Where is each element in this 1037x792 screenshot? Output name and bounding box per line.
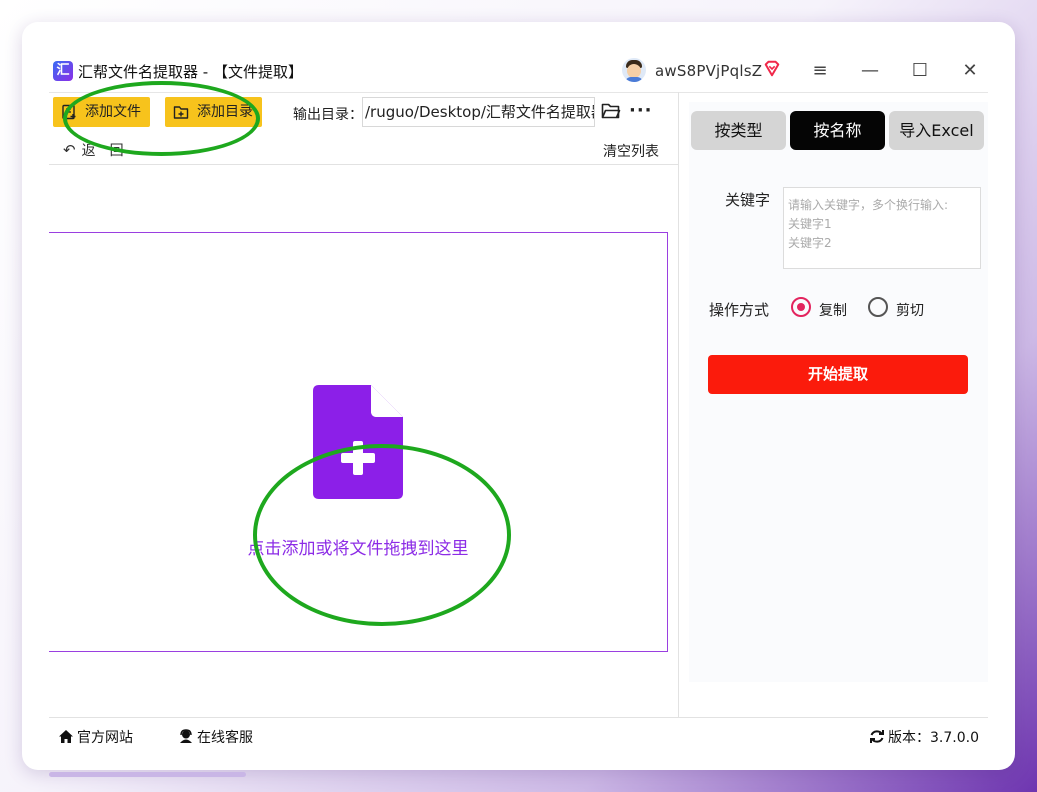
tab-by-name[interactable]: 按名称 [790, 111, 885, 150]
tab-by-type[interactable]: 按类型 [691, 111, 786, 150]
keyword-label: 关键字 [725, 191, 771, 209]
folder-open-icon[interactable] [601, 102, 621, 120]
status-footer: 官方网站 在线客服 版本：3.7.0.0 [49, 717, 988, 745]
copy-radio[interactable] [791, 297, 811, 317]
app-logo-icon: 汇 [53, 61, 73, 81]
maximize-icon[interactable]: ☐ [907, 58, 933, 84]
toolbar-divider [49, 164, 678, 165]
output-dir-label: 输出目录： [293, 107, 363, 123]
more-icon[interactable]: ··· [629, 100, 653, 121]
cut-radio[interactable] [868, 297, 888, 317]
cut-radio-label[interactable]: 剪切 [896, 300, 924, 320]
copy-radio-label[interactable]: 复制 [819, 300, 847, 320]
highlight-circle-toolbar [63, 81, 260, 156]
version-info[interactable]: 版本：3.7.0.0 [869, 727, 979, 745]
home-icon [59, 730, 73, 743]
minimize-icon[interactable]: — [857, 58, 883, 84]
user-avatar[interactable] [622, 58, 646, 82]
official-website-link[interactable]: 官方网站 [58, 727, 133, 745]
online-service-link[interactable]: 在线客服 [178, 727, 253, 745]
operation-label: 操作方式 [709, 301, 770, 319]
window-title: 汇帮文件名提取器 - 【文件提取】 [78, 63, 303, 81]
keyword-input[interactable]: 请输入关键字，多个换行输入: 关键字1 关键字2 [783, 187, 981, 269]
output-dir-field[interactable]: /ruguo/Desktop/汇帮文件名提取器 [362, 97, 595, 127]
vip-diamond-icon[interactable] [763, 60, 781, 78]
online-service-label: 在线客服 [197, 730, 253, 745]
version-label: 版本：3.7.0.0 [888, 730, 979, 745]
back-arrow-icon: ↶ [63, 141, 76, 159]
tab-import-excel[interactable]: 导入Excel [889, 111, 984, 150]
highlight-circle-dropzone [253, 444, 511, 626]
start-extract-button[interactable]: 开始提取 [708, 355, 968, 394]
clear-list-button[interactable]: 清空列表 [603, 141, 659, 161]
username[interactable]: awS8PVjPqlsZ [655, 62, 762, 80]
card-accent-bar [49, 772, 246, 777]
customer-service-icon [180, 729, 192, 743]
official-website-label: 官方网站 [77, 730, 133, 745]
menu-icon[interactable]: ≡ [807, 58, 833, 84]
close-icon[interactable]: ✕ [957, 58, 983, 84]
panel-divider [678, 92, 679, 717]
refresh-icon [870, 730, 884, 743]
